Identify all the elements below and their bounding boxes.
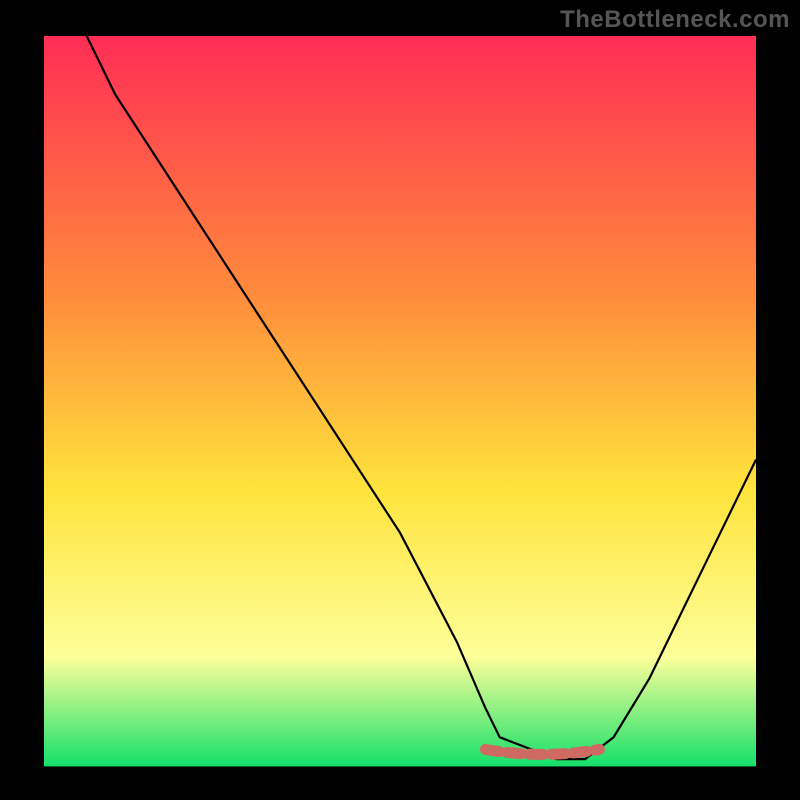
chart-background [44,36,756,766]
flat-bottom-marker [485,749,599,754]
watermark-text: TheBottleneck.com [560,6,790,34]
chart-svg [0,0,800,800]
bottleneck-chart: TheBottleneck.com [0,0,800,800]
